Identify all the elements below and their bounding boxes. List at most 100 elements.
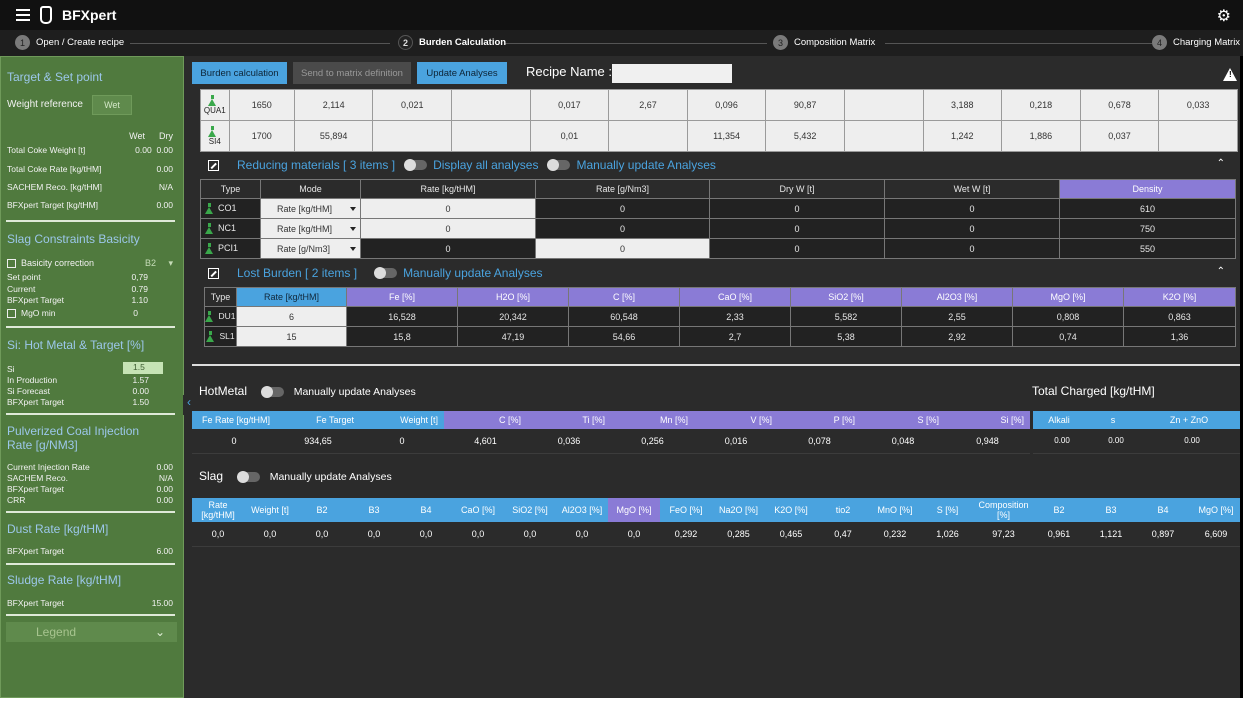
chevron-up-icon[interactable]: ⌃ <box>1217 266 1225 277</box>
table-cell[interactable]: 0,021 <box>372 89 453 121</box>
display-all-analyses-label: Display all analyses <box>433 158 539 172</box>
column-header: B3 <box>1085 498 1137 522</box>
bfx-target2-label: BFXpert Target <box>7 295 65 305</box>
table-cell: 0,465 <box>765 522 817 547</box>
column-header: Weight [t] <box>360 411 444 429</box>
current-injection-label: Current Injection Rate <box>7 462 90 472</box>
table-cell[interactable] <box>451 89 531 121</box>
sachem2-value: N/A <box>158 473 173 483</box>
step-charging-matrix[interactable]: 4 Charging Matrix <box>1152 35 1240 50</box>
table-cell[interactable]: 0,037 <box>1079 120 1160 152</box>
wet-weight-cell: 0 <box>884 198 1060 219</box>
table-cell[interactable]: 0,678 <box>1079 89 1160 121</box>
recipe-name-input[interactable] <box>612 64 732 83</box>
warning-icon[interactable]: ! <box>1223 68 1237 81</box>
table-cell[interactable] <box>1158 120 1238 152</box>
update-analyses-button[interactable]: Update Analyses <box>417 62 507 84</box>
table-cell: 16,528 <box>346 306 458 327</box>
slag-constraints-title: Slag Constraints Basicity <box>7 232 140 246</box>
slag-manually-toggle[interactable] <box>237 470 261 483</box>
rate-g-input[interactable]: 0 <box>535 238 710 259</box>
flask-icon <box>205 311 215 323</box>
table-cell[interactable]: 0,01 <box>529 120 610 152</box>
mgo-checkbox[interactable] <box>7 309 16 319</box>
column-header: Rate [kg/tHM] <box>360 179 536 199</box>
rate-kg-input[interactable]: 0 <box>360 218 536 239</box>
step-composition-matrix[interactable]: 3 Composition Matrix <box>773 35 875 50</box>
table-cell[interactable]: 1650 <box>228 89 295 121</box>
table-cell: 0,0 <box>296 522 348 547</box>
table-cell[interactable] <box>843 89 924 121</box>
table-cell[interactable] <box>372 120 453 152</box>
table-cell[interactable]: 0,218 <box>1001 89 1081 121</box>
table-cell[interactable] <box>843 120 924 152</box>
burden-calculation-button[interactable]: Burden calculation <box>192 62 287 84</box>
basicity-checkbox[interactable] <box>7 259 16 269</box>
step-open-create[interactable]: 1 Open / Create recipe <box>15 35 124 50</box>
table-cell: 0,0 <box>244 522 296 547</box>
table-cell[interactable]: 0,017 <box>529 89 610 121</box>
collapse-section-icon[interactable] <box>208 159 219 171</box>
table-cell: 2,33 <box>679 306 791 327</box>
collapse-section-icon[interactable] <box>208 267 219 279</box>
table-row: 0.00 0.00 0.00 <box>1033 429 1243 454</box>
table-cell: 0,016 <box>694 429 778 454</box>
legend-label: Legend <box>36 625 77 639</box>
menu-icon[interactable] <box>16 9 30 21</box>
step-burden-calculation[interactable]: 2 Burden Calculation <box>398 35 506 50</box>
bottom-strip <box>0 698 1243 708</box>
table-cell[interactable]: 3,188 <box>922 89 1003 121</box>
table-cell[interactable] <box>451 120 531 152</box>
column-header: B4 <box>1137 498 1189 522</box>
column-header: Mode <box>260 179 361 199</box>
table-row: DU1 6 16,528 20,342 60,548 2,33 5,582 2,… <box>204 306 1236 327</box>
basicity-select[interactable]: B2 ▾ <box>145 258 173 269</box>
si-input[interactable]: 1.5 <box>123 362 163 374</box>
basicity-label: Basicity correction <box>21 258 95 268</box>
table-cell[interactable]: 0,096 <box>686 89 767 121</box>
table-row: PCI1 Rate [g/Nm3] 0 0 0 0 550 <box>200 238 1236 259</box>
table-cell[interactable]: 90,87 <box>765 89 845 121</box>
column-header: Na2O [%] <box>712 498 765 522</box>
send-to-matrix-button[interactable]: Send to matrix definition <box>293 62 411 84</box>
step-number: 1 <box>15 35 30 50</box>
hotmetal-header: HotMetal Manually update Analyses <box>199 384 416 398</box>
mode-select[interactable]: Rate [kg/tHM] <box>260 218 361 239</box>
rate-kg-input[interactable]: 0 <box>360 198 536 219</box>
hotmetal-manually-toggle[interactable] <box>261 385 285 398</box>
table-row[interactable]: QUA1 1650 2,114 0,021 0,017 2,67 0,096 9… <box>200 89 1238 121</box>
gear-icon[interactable]: ⚙ <box>1217 6 1231 26</box>
column-header: Type <box>204 287 237 307</box>
table-cell[interactable]: 2,114 <box>293 89 374 121</box>
table-cell: 5,582 <box>790 306 902 327</box>
rate-input[interactable]: 6 <box>236 306 347 327</box>
rate-input[interactable]: 15 <box>236 326 347 347</box>
table-cell[interactable] <box>608 120 688 152</box>
weight-reference-select[interactable]: Wet <box>92 95 132 115</box>
table-cell[interactable]: 1,242 <box>922 120 1003 152</box>
table-cell[interactable]: 1,886 <box>1001 120 1081 152</box>
table-cell[interactable]: 1700 <box>228 120 295 152</box>
table-cell[interactable]: 11,354 <box>686 120 767 152</box>
lost-manually-update-toggle[interactable] <box>374 267 398 279</box>
type-value: CO1 <box>218 202 237 213</box>
wet-dry-header: Wet Dry <box>7 131 173 141</box>
table-cell[interactable]: 5,432 <box>765 120 845 152</box>
legend-dropdown[interactable]: Legend ⌄ <box>6 622 177 642</box>
step-connector <box>130 43 390 44</box>
manually-update-toggle[interactable] <box>547 159 571 171</box>
sludge-rate-title: Sludge Rate [kg/tHM] <box>7 573 122 587</box>
table-row[interactable]: SI4 1700 55,894 0,01 11,354 5,432 1,242 … <box>200 120 1238 152</box>
display-all-analyses-toggle[interactable] <box>404 159 428 171</box>
table-cell[interactable]: 2,67 <box>608 89 688 121</box>
chevron-up-icon[interactable]: ⌃ <box>1217 158 1225 169</box>
table-cell: 1,026 <box>921 522 974 547</box>
table-cell[interactable]: 55,894 <box>293 120 374 152</box>
mode-select[interactable]: Rate [g/Nm3] <box>260 238 361 259</box>
logo-icon <box>40 6 52 24</box>
step-connector <box>505 43 767 44</box>
mode-select[interactable]: Rate [kg/tHM] <box>260 198 361 219</box>
table-cell: 0 <box>192 429 276 454</box>
density-cell: 610 <box>1059 198 1236 219</box>
table-cell[interactable]: 0,033 <box>1158 89 1238 121</box>
